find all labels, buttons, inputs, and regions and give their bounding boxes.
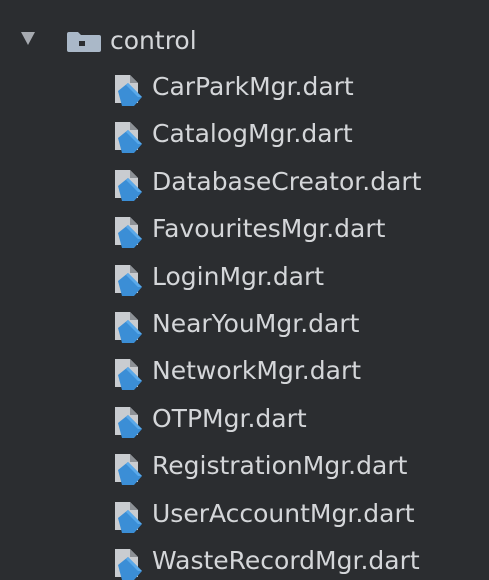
dart-file-icon [115,122,142,154]
file-label: CarParkMgr.dart [152,72,354,101]
dart-file-icon [115,217,142,249]
file-row[interactable]: CarParkMgr.dart [0,64,489,110]
file-label: OTPMgr.dart [152,403,307,433]
file-row[interactable]: OTPMgr.dart [0,396,489,442]
file-label: DatabaseCreator.dart [152,166,422,196]
file-row[interactable]: RegistrationMgr.dart [0,443,489,489]
dart-file-icon [115,359,142,391]
file-row[interactable]: FavouritesMgr.dart [0,206,489,252]
dart-file-icon [115,501,142,533]
file-label: LoginMgr.dart [152,261,325,291]
file-label: WasteRecordMgr.dart [152,546,420,575]
file-label: RegistrationMgr.dart [152,451,408,481]
dart-file-icon [115,406,142,438]
file-row[interactable]: WasteRecordMgr.dart [0,538,489,580]
dart-file-icon [115,75,142,106]
project-tree: control CarParkMgr.dart CatalogMgr.dart Da… [0,0,489,580]
folder-label: control [110,26,197,55]
file-row[interactable]: CatalogMgr.dart [0,111,489,157]
file-row[interactable]: LoginMgr.dart [0,254,489,300]
folder-icon [67,32,101,52]
file-label: NearYouMgr.dart [152,309,360,338]
dart-file-icon [115,264,142,296]
file-label: NetworkMgr.dart [152,356,362,386]
dart-file-icon [115,312,142,343]
dart-file-icon [115,549,142,580]
file-row[interactable]: UserAccountMgr.dart [0,491,489,537]
dart-file-icon [115,454,142,486]
file-row[interactable]: DatabaseCreator.dart [0,159,489,205]
file-row[interactable]: NetworkMgr.dart [0,348,489,394]
folder-row-control[interactable]: control [0,18,489,66]
chevron-down-icon[interactable] [21,32,35,45]
file-label: CatalogMgr.dart [152,119,353,149]
file-label: FavouritesMgr.dart [152,214,386,244]
dart-file-icon [115,169,142,201]
file-label: UserAccountMgr.dart [152,498,415,528]
file-row[interactable]: NearYouMgr.dart [0,301,489,347]
